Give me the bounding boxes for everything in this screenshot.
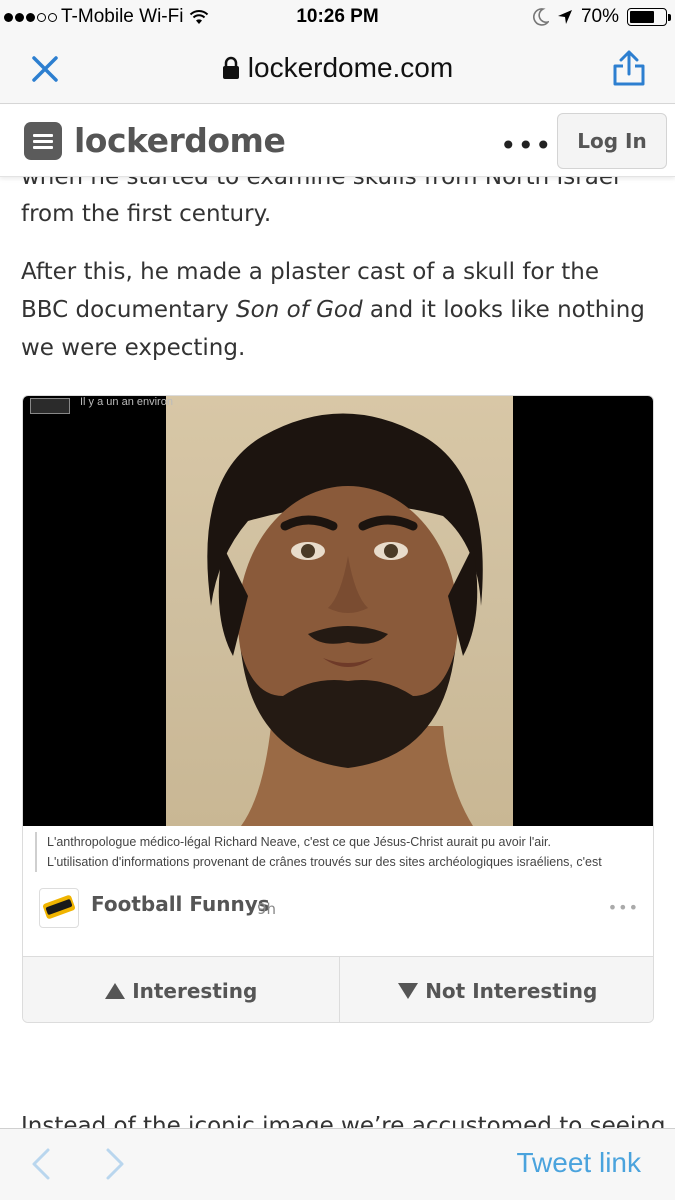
carrier-name: T-Mobile Wi-Fi <box>61 6 184 27</box>
signal-dot <box>26 12 35 22</box>
status-left: T-Mobile Wi-Fi <box>4 6 209 28</box>
triangle-up-icon <box>105 982 126 999</box>
signal-dot-empty <box>37 12 46 22</box>
login-button[interactable]: Log In <box>557 113 667 169</box>
battery-icon <box>627 8 671 26</box>
paragraph-1: from the first century. <box>21 201 272 227</box>
status-bar: T-Mobile Wi-Fi 10:26 PM 70% <box>0 0 675 34</box>
more-options-icon[interactable]: ••• <box>608 898 639 917</box>
battery-percent: 70% <box>580 6 619 27</box>
triangle-down-icon <box>398 982 419 999</box>
more-menu-icon[interactable]: ••• <box>500 129 553 162</box>
source-row: Football Funnys 9h ••• <box>39 888 639 928</box>
embed-card[interactable]: Il y a un an environ L'anthropologue méd… <box>22 395 654 1023</box>
documentary-title: Son of God <box>236 297 363 323</box>
logo-text: lockerdome <box>74 121 286 160</box>
not-interesting-label: Not Interesting <box>425 978 598 1003</box>
bottom-toolbar: Tweet link <box>0 1128 675 1200</box>
paragraph-2: After this, he made a plaster cast of a … <box>21 253 651 367</box>
image-overlay-text: Il y a un an environ <box>80 396 173 408</box>
logo-mark-icon <box>24 121 62 160</box>
battery-cap <box>668 14 671 21</box>
source-name[interactable]: Football Funnys <box>91 892 270 916</box>
battery-level <box>630 11 654 23</box>
vote-row: Interesting Not Interesting <box>23 956 654 1022</box>
embed-caption: L'anthropologue médico-légal Richard Nea… <box>35 832 645 872</box>
interesting-label: Interesting <box>132 978 258 1003</box>
status-right: 70% <box>533 6 671 28</box>
tweet-link-button[interactable]: Tweet link <box>517 1147 642 1179</box>
signal-dot <box>4 12 13 22</box>
lockerdome-logo[interactable]: lockerdome <box>24 121 286 160</box>
caption-line-2: L'utilisation d'informations provenant d… <box>47 855 602 869</box>
football-funnys-logo-icon <box>43 895 75 919</box>
caption-line-1: L'anthropologue médico-légal Richard Nea… <box>47 835 551 849</box>
thumbnail-tag <box>30 398 70 414</box>
moon-icon <box>533 8 549 26</box>
back-chevron-icon[interactable] <box>30 1147 52 1181</box>
url-text: lockerdome.com <box>247 52 454 83</box>
not-interesting-button[interactable]: Not Interesting <box>338 957 654 1022</box>
interesting-button[interactable]: Interesting <box>23 957 339 1022</box>
signal-dot <box>15 12 24 22</box>
address-bar[interactable]: lockerdome.com <box>0 52 675 87</box>
site-header: lockerdome ••• Log In <box>0 105 675 177</box>
post-time: 9h <box>257 900 277 918</box>
embed-image[interactable]: Il y a un an environ <box>23 396 653 826</box>
location-arrow-icon <box>557 10 572 24</box>
source-avatar[interactable] <box>39 888 79 928</box>
browser-bar: lockerdome.com <box>0 34 675 104</box>
forward-chevron-icon[interactable] <box>104 1147 126 1181</box>
signal-dot-empty <box>48 12 57 22</box>
wifi-icon <box>190 10 209 24</box>
face-reconstruction-image <box>207 413 483 826</box>
share-icon[interactable] <box>611 48 647 88</box>
signal-strength-icon <box>4 12 57 22</box>
lock-icon <box>222 56 239 79</box>
